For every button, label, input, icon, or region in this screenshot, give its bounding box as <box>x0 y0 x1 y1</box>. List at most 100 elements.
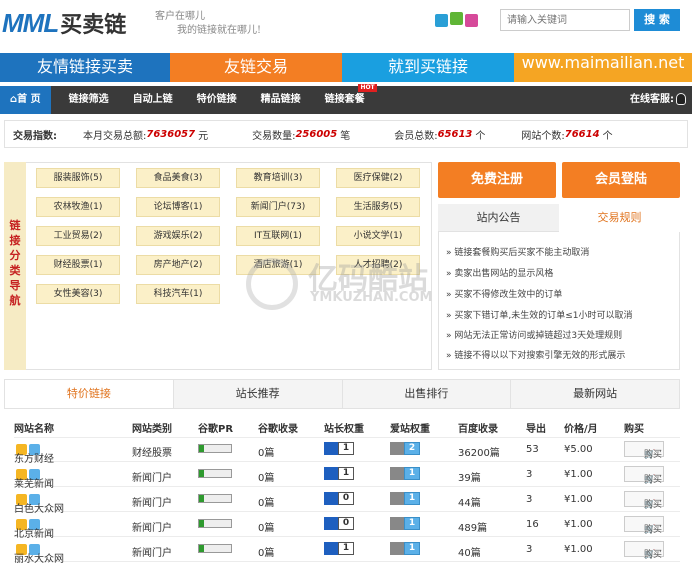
category-item[interactable]: 食品美食(3) <box>136 168 220 188</box>
google-index: 0篇 <box>258 473 275 484</box>
site-name-link[interactable]: 丽水大众网 <box>14 544 64 565</box>
tab-announcements[interactable]: 站内公告 <box>438 204 559 232</box>
nav-item-special[interactable]: 特价链接 <box>197 86 237 114</box>
category-title: 链接分类导航 <box>4 162 26 370</box>
category-item[interactable]: 医疗保健(2) <box>336 168 420 188</box>
price: ¥1.00 <box>564 494 593 505</box>
category-item[interactable]: 房产地产(2) <box>136 255 220 275</box>
buy-button[interactable]: 🛒 购买 <box>624 541 664 560</box>
google-index: 0篇 <box>258 498 275 509</box>
nav-item-filter[interactable]: 链接筛选 <box>69 86 109 114</box>
notice-item[interactable]: » 网站无法正常访问或掉链超过3天处理规则 <box>446 328 622 341</box>
category-item[interactable]: 新闻门户(73) <box>236 197 320 217</box>
notice-item[interactable]: » 卖家出售网站的显示风格 <box>446 266 553 279</box>
banner-item-4[interactable]: www.maimailian.net <box>514 53 692 82</box>
baidu-index: 489篇 <box>458 523 488 534</box>
baidu-index: 36200篇 <box>458 448 500 459</box>
tab-newest[interactable]: 最新网站 <box>510 380 679 408</box>
search-input[interactable] <box>500 9 630 31</box>
category-item[interactable]: 生活服务(5) <box>336 197 420 217</box>
paw-icon <box>324 542 338 555</box>
category-item[interactable]: 农林牧渔(1) <box>36 197 120 217</box>
tab-recommended[interactable]: 站长推荐 <box>172 380 342 408</box>
site-name-link[interactable]: 北京新闻 <box>14 519 54 540</box>
price: ¥1.00 <box>564 469 593 480</box>
category-item[interactable]: 论坛博客(1) <box>136 197 220 217</box>
login-button[interactable]: 会员登陆 <box>562 162 680 198</box>
category-item[interactable]: 财经股票(1) <box>36 255 120 275</box>
baidu-index: 39篇 <box>458 473 481 484</box>
outbound-count: 53 <box>526 444 539 455</box>
category-item[interactable]: 科技汽车(1) <box>136 284 220 304</box>
banner-item-2[interactable]: 友链交易 <box>170 53 342 82</box>
banner-item-3[interactable]: 就到买链接 <box>342 53 514 82</box>
category-item[interactable]: 服装服饰(5) <box>36 168 120 188</box>
category-item[interactable]: 小说文学(1) <box>336 226 420 246</box>
table-row: 北京新闻 新闻门户 0篇 0 1 489篇 16 ¥1.00 🛒 购买 <box>14 513 680 540</box>
stats-label: 交易指数: <box>13 130 57 142</box>
buy-button[interactable]: 🛒 购买 <box>624 516 664 535</box>
register-button[interactable]: 免费注册 <box>438 162 556 198</box>
buy-button[interactable]: 🛒 购买 <box>624 441 664 460</box>
notice-item[interactable]: » 买家下错订单,未生效的订单≤1小时可以取消 <box>446 308 633 321</box>
paw-icon <box>324 467 338 480</box>
site-name-link[interactable]: 白色大众网 <box>14 494 64 515</box>
notice-item[interactable]: » 链接套餐购买后买家不能主动取消 <box>446 245 589 258</box>
outbound-count: 3 <box>526 469 533 480</box>
promo-banner: 友情链接买卖 友链交易 就到买链接 www.maimailian.net <box>0 53 692 82</box>
price: ¥5.00 <box>564 444 593 455</box>
category-item[interactable]: IT互联网(1) <box>236 226 320 246</box>
webmaster-weight: 1 <box>324 542 354 555</box>
aizhan-weight: 1 <box>390 492 420 505</box>
slogan-line-1: 客户在哪儿 <box>155 11 205 22</box>
aizhan-icon <box>390 492 404 505</box>
table-row: 丽水大众网 新闻门户 0篇 1 1 40篇 3 ¥1.00 🛒 购买 <box>14 538 680 565</box>
category-item[interactable]: 工业贸易(2) <box>36 226 120 246</box>
price: ¥1.00 <box>564 544 593 555</box>
chain-logo-icon <box>435 12 478 27</box>
tab-ranking[interactable]: 出售排行 <box>341 380 511 408</box>
aizhan-icon <box>390 442 404 455</box>
site-category: 财经股票 <box>132 448 172 459</box>
site-category: 新闻门户 <box>132 548 172 559</box>
banner-item-1[interactable]: 友情链接买卖 <box>0 53 170 82</box>
pr-bar <box>198 544 232 553</box>
pr-bar <box>198 519 232 528</box>
aizhan-icon <box>390 467 404 480</box>
aizhan-weight: 1 <box>390 542 420 555</box>
aizhan-weight: 2 <box>390 442 420 455</box>
pr-bar <box>198 469 232 478</box>
online-service[interactable]: 在线客服: <box>630 86 686 114</box>
nav-item-auto[interactable]: 自动上链 <box>133 86 173 114</box>
buy-button[interactable]: 🛒 购买 <box>624 491 664 510</box>
aizhan-icon <box>390 517 404 530</box>
search-button[interactable]: 搜 索 <box>634 9 680 31</box>
nav-item-premium[interactable]: 精品链接 <box>261 86 301 114</box>
paw-icon <box>324 517 338 530</box>
logo-text: 买卖链 <box>60 13 127 38</box>
buy-button[interactable]: 🛒 购买 <box>624 466 664 485</box>
nav-item-package[interactable]: 链接套餐 HOT <box>325 84 377 114</box>
slogan: 客户在哪儿 我的链接就在哪儿! <box>155 10 275 38</box>
site-logo[interactable]: MML 买卖链 <box>2 6 126 40</box>
notice-item[interactable]: » 买家不得修改生效中的订单 <box>446 287 562 300</box>
pr-bar <box>198 444 232 453</box>
qq-icon <box>676 93 686 105</box>
category-item[interactable]: 游戏娱乐(2) <box>136 226 220 246</box>
tab-special[interactable]: 特价链接 <box>5 380 173 408</box>
notice-item[interactable]: » 链接不得以以下对搜索引擎无效的形式展示 <box>446 348 625 361</box>
webmaster-weight: 0 <box>324 517 354 530</box>
site-category: 新闻门户 <box>132 523 172 534</box>
site-name-link[interactable]: 东方财经 <box>14 444 54 465</box>
site-name-link[interactable]: 莱芜新闻 <box>14 469 54 490</box>
pr-bar <box>198 494 232 503</box>
category-item[interactable]: 女性美容(3) <box>36 284 120 304</box>
paw-icon <box>324 492 338 505</box>
tab-trade-rules[interactable]: 交易规则 <box>559 204 680 232</box>
nav-item-home[interactable]: ⌂首 页 <box>0 86 51 114</box>
category-item[interactable]: 教育培训(3) <box>236 168 320 188</box>
table-row: 东方财经 财经股票 0篇 1 2 36200篇 53 ¥5.00 🛒 购买 <box>14 438 680 465</box>
baidu-index: 44篇 <box>458 498 481 509</box>
watermark-logo-icon <box>246 258 298 310</box>
webmaster-weight: 1 <box>324 442 354 455</box>
